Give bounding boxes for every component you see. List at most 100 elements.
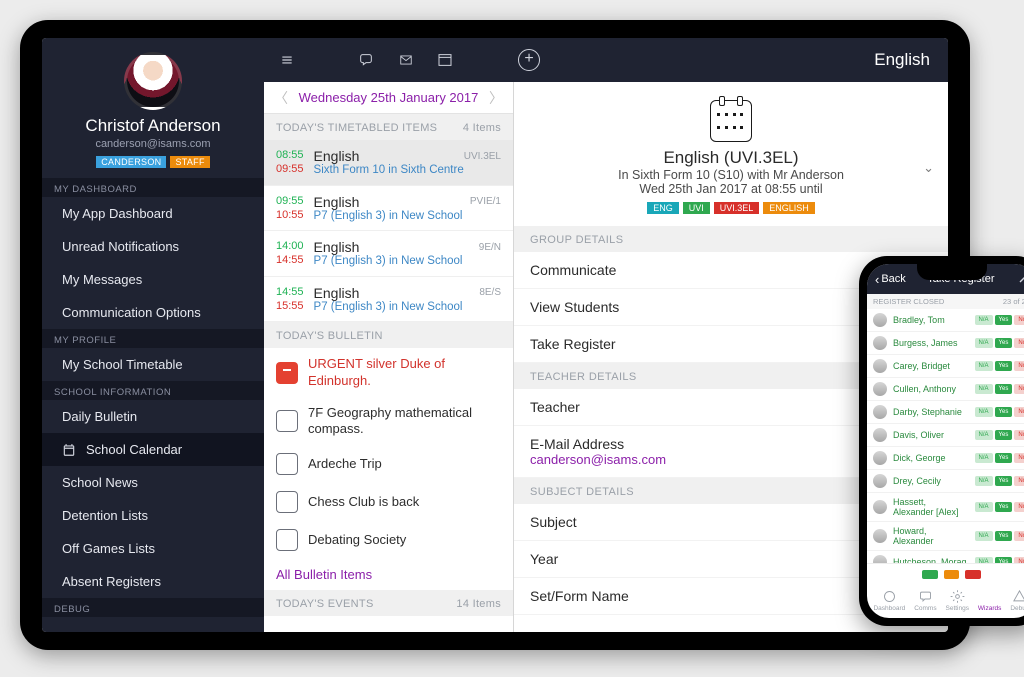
student-name: Carey, Bridget: [893, 361, 969, 371]
bulletin-item[interactable]: URGENT silver Duke of Edinburgh.: [264, 348, 513, 397]
bulletin-item[interactable]: 7F Geography mathematical compass.: [264, 397, 513, 446]
student-avatar: [873, 405, 887, 419]
date-label: Wednesday 25th January 2017: [299, 90, 479, 105]
date-prev[interactable]: 〈: [274, 88, 288, 108]
nav-off-games-lists[interactable]: Off Games Lists: [42, 532, 264, 565]
back-button[interactable]: ‹Back: [875, 272, 906, 287]
student-row[interactable]: Howard, AlexanderN/AYesNo: [867, 522, 1024, 551]
student-row[interactable]: Dick, GeorgeN/AYesNo: [867, 447, 1024, 470]
btn-yes[interactable]: Yes: [995, 384, 1013, 394]
nav-detention-lists[interactable]: Detention Lists: [42, 499, 264, 532]
tab-wizards[interactable]: Wizards: [978, 589, 1001, 612]
phone-notch: [917, 264, 987, 280]
section-my-dashboard: MY DASHBOARD: [42, 178, 264, 197]
nav-absent-registers[interactable]: Absent Registers: [42, 565, 264, 598]
student-row[interactable]: Burgess, James N/AYesNo: [867, 332, 1024, 355]
bulletin-item[interactable]: Chess Club is back: [264, 483, 513, 521]
nav-daily-bulletin[interactable]: Daily Bulletin: [42, 400, 264, 433]
btn-na[interactable]: N/A: [975, 407, 993, 417]
phone-screen: ‹Back Take Register REGISTER CLOSED23 of…: [867, 264, 1024, 618]
phone-legend: [867, 564, 1024, 585]
bulletin-icon: [276, 491, 298, 513]
btn-na[interactable]: N/A: [975, 338, 993, 348]
bulletin-item[interactable]: Debating Society: [264, 521, 513, 559]
student-avatar: [873, 313, 887, 327]
btn-no[interactable]: No: [1014, 502, 1024, 512]
detail-title: English (UVI.3EL): [530, 148, 932, 168]
tag-uvi: UVI: [683, 202, 710, 214]
btn-na[interactable]: N/A: [975, 430, 993, 440]
btn-no[interactable]: No: [1014, 430, 1024, 440]
tab-settings[interactable]: Settings: [946, 589, 970, 612]
student-row[interactable]: Carey, Bridget N/AYesNo: [867, 355, 1024, 378]
list-icon[interactable]: [278, 53, 296, 67]
btn-yes[interactable]: Yes: [995, 476, 1013, 486]
student-avatar: [873, 428, 887, 442]
btn-na[interactable]: N/A: [975, 453, 993, 463]
timetable-item[interactable]: 14:0014:55English9E/NP7 (English 3) in N…: [264, 231, 513, 277]
timetable-item[interactable]: 09:5510:55EnglishPVIE/1P7 (English 3) in…: [264, 186, 513, 232]
chat-icon[interactable]: [356, 52, 376, 68]
bulletin-icon: [276, 410, 298, 432]
profile-email: canderson@isams.com: [52, 138, 254, 150]
nav-my-school-timetable[interactable]: My School Timetable: [42, 348, 264, 381]
window-icon[interactable]: [436, 52, 454, 68]
btn-yes[interactable]: Yes: [995, 407, 1013, 417]
btn-yes[interactable]: Yes: [995, 361, 1013, 371]
date-next[interactable]: 〉: [489, 88, 503, 108]
btn-yes[interactable]: Yes: [995, 502, 1013, 512]
add-button[interactable]: +: [518, 49, 540, 71]
btn-no[interactable]: No: [1014, 531, 1024, 541]
nav-unread-notifications[interactable]: Unread Notifications: [42, 230, 264, 263]
btn-na[interactable]: N/A: [975, 531, 993, 541]
timetable-item[interactable]: 14:5515:55English8E/SP7 (English 3) in N…: [264, 277, 513, 323]
btn-yes[interactable]: Yes: [995, 338, 1013, 348]
phone-footer: Dashboard Comms Settings Wizards Debug: [867, 563, 1024, 618]
student-row[interactable]: Bradley, TomN/AYesNo: [867, 309, 1024, 332]
bulletin-item[interactable]: Ardeche Trip: [264, 445, 513, 483]
section-my-profile: MY PROFILE: [42, 329, 264, 348]
student-list[interactable]: Bradley, TomN/AYesNoBurgess, JamesN/AYes…: [867, 309, 1024, 563]
btn-na[interactable]: N/A: [975, 476, 993, 486]
student-name: Burgess, James: [893, 338, 969, 348]
all-bulletin-link[interactable]: All Bulletin Items: [264, 559, 513, 590]
tab-debug[interactable]: Debug: [1010, 589, 1024, 612]
student-avatar: [873, 382, 887, 396]
btn-no[interactable]: No: [1014, 315, 1024, 325]
tab-comms[interactable]: Comms: [914, 589, 936, 612]
calendar-icon: [710, 100, 752, 142]
btn-yes[interactable]: Yes: [995, 430, 1013, 440]
student-row[interactable]: Davis, OliverN/AYesNo: [867, 424, 1024, 447]
avatar[interactable]: [124, 52, 182, 110]
nav-my-app-dashboard[interactable]: My App Dashboard: [42, 197, 264, 230]
student-row[interactable]: Hassett, Alexander [Alex]N/AYesNo: [867, 493, 1024, 522]
student-row[interactable]: Drey, CecilyN/AYesNo: [867, 470, 1024, 493]
timetable-item[interactable]: 08:5509:55EnglishUVI.3ELSixth Form 10 in…: [264, 140, 513, 186]
student-row[interactable]: Hutcheson, MoragN/AYesNo: [867, 551, 1024, 563]
btn-yes[interactable]: Yes: [995, 531, 1013, 541]
btn-na[interactable]: N/A: [975, 502, 993, 512]
nav-school-calendar[interactable]: School Calendar: [42, 433, 264, 466]
nav-my-messages[interactable]: My Messages: [42, 263, 264, 296]
tab-dashboard[interactable]: Dashboard: [873, 589, 905, 612]
btn-no[interactable]: No: [1014, 453, 1024, 463]
nav-school-news[interactable]: School News: [42, 466, 264, 499]
btn-na[interactable]: N/A: [975, 384, 993, 394]
btn-no[interactable]: No: [1014, 407, 1024, 417]
detail-sub2: Wed 25th Jan 2017 at 08:55 until: [530, 182, 932, 196]
mail-icon[interactable]: [396, 53, 416, 67]
chevron-down-icon[interactable]: ⌄: [923, 160, 934, 176]
bulletin-head: TODAY'S BULLETIN: [264, 322, 513, 348]
btn-yes[interactable]: Yes: [995, 315, 1013, 325]
nav-communication-options[interactable]: Communication Options: [42, 296, 264, 329]
btn-no[interactable]: No: [1014, 361, 1024, 371]
btn-yes[interactable]: Yes: [995, 453, 1013, 463]
btn-no[interactable]: No: [1014, 476, 1024, 486]
btn-no[interactable]: No: [1014, 338, 1024, 348]
btn-no[interactable]: No: [1014, 384, 1024, 394]
wand-icon[interactable]: [1016, 273, 1024, 285]
btn-na[interactable]: N/A: [975, 315, 993, 325]
student-row[interactable]: Darby, StephanieN/AYesNo: [867, 401, 1024, 424]
student-row[interactable]: Cullen, AnthonyN/AYesNo: [867, 378, 1024, 401]
btn-na[interactable]: N/A: [975, 361, 993, 371]
